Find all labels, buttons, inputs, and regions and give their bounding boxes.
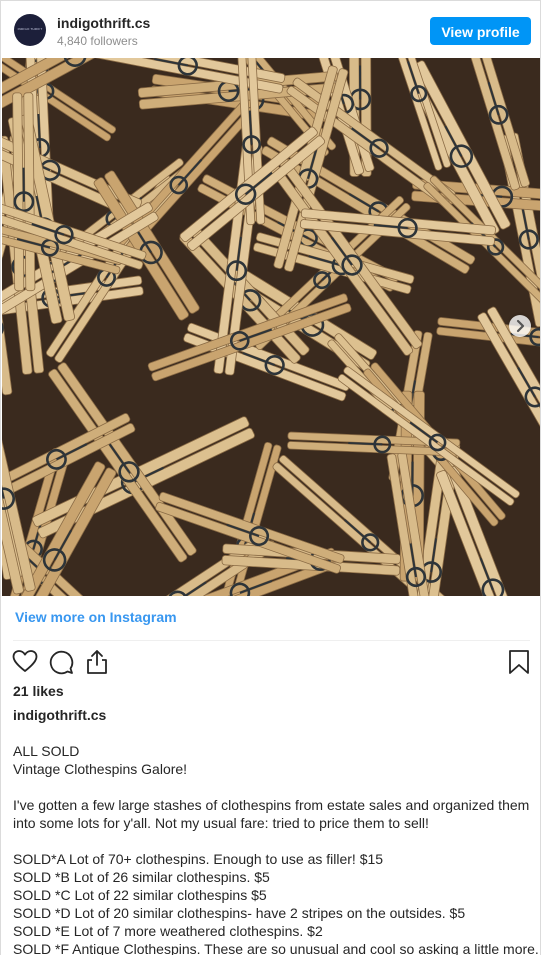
caption-line: SOLD *D Lot of 20 similar clothespins- h… [13, 905, 466, 921]
follower-count: 4,840 followers [57, 34, 138, 48]
avatar-logo-text: INDIGO THRIFT [17, 27, 43, 31]
caption-line: I've gotten a few large stashes of cloth… [13, 797, 530, 831]
bookmark-icon[interactable] [506, 649, 532, 675]
caption-line: Vintage Clothespins Galore! [13, 761, 188, 777]
like-count[interactable]: 21 likes [13, 683, 64, 699]
caption-username[interactable]: indigothrift.cs [13, 707, 106, 723]
avatar[interactable]: INDIGO THRIFT [14, 14, 46, 46]
clothespins-illustration [2, 58, 540, 596]
view-more-link[interactable]: View more on Instagram [15, 609, 177, 625]
caption-line: SOLD *E Lot of 7 more weathered clothesp… [13, 923, 323, 939]
comment-icon[interactable] [48, 649, 74, 675]
share-icon[interactable] [84, 649, 110, 675]
divider [13, 640, 530, 641]
clothespins-photo[interactable] [2, 58, 540, 596]
carousel-next-button[interactable] [509, 315, 531, 337]
caption-line: SOLD *F Antique Clothespins. These are s… [13, 941, 539, 955]
post-caption: ALL SOLD Vintage Clothespins Galore! I'v… [13, 742, 539, 955]
clothespin [12, 92, 36, 292]
caption-line: ALL SOLD [13, 743, 80, 759]
chevron-right-icon [516, 319, 525, 333]
caption-line: SOLD *B Lot of 26 similar clothespins. $… [13, 869, 270, 885]
instagram-embed-card: INDIGO THRIFT indigothrift.cs 4,840 foll… [0, 0, 541, 955]
view-profile-button[interactable]: View profile [430, 17, 531, 45]
header-username[interactable]: indigothrift.cs [57, 15, 150, 31]
post-header: INDIGO THRIFT indigothrift.cs 4,840 foll… [1, 1, 540, 58]
caption-line: SOLD*A Lot of 70+ clothespins. Enough to… [13, 851, 384, 867]
caption-line: SOLD *C Lot of 22 similar clothespins $5 [13, 887, 267, 903]
heart-icon[interactable] [12, 649, 38, 675]
